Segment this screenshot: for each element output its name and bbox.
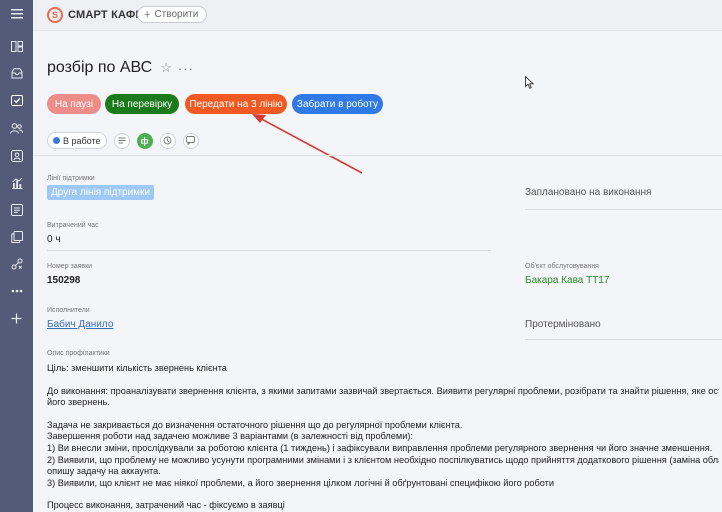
page-title: розбір по АВС bbox=[47, 59, 153, 76]
description-completion: Завершення роботи над задачею можливе 3 … bbox=[47, 431, 413, 442]
create-button[interactable]: + Створити bbox=[137, 6, 208, 23]
create-button-label: Створити bbox=[154, 9, 199, 20]
time-spent-label: Витрачений час bbox=[47, 222, 99, 229]
separator bbox=[525, 339, 722, 340]
description-not-closed: Задача не закривається до визначення ост… bbox=[47, 419, 463, 430]
title-row: розбір по АВС ☆ ··· bbox=[47, 59, 194, 77]
description-todo-cont: його звернень. bbox=[47, 397, 110, 408]
columns-icon[interactable] bbox=[0, 36, 33, 56]
star-icon[interactable]: ☆ bbox=[160, 60, 172, 76]
plus-icon: + bbox=[144, 8, 151, 21]
task-toolbar: В работе ф bbox=[47, 132, 199, 149]
sidebar bbox=[0, 0, 33, 512]
time-spent-value[interactable]: 0 ч bbox=[47, 234, 99, 245]
time-spent-field: Витрачений час 0 ч bbox=[47, 222, 99, 245]
review-button[interactable]: На перевірку bbox=[105, 94, 179, 114]
logo[interactable]: S СМАРТ КАФЕ bbox=[47, 7, 143, 23]
integrations-icon[interactable] bbox=[0, 254, 33, 274]
overdue-field[interactable]: Протерміновано bbox=[525, 319, 601, 330]
request-number-value: 150298 bbox=[47, 275, 81, 286]
annotation-arrow bbox=[252, 114, 363, 174]
description-todo: До виконання: проаналізувати звернення к… bbox=[47, 385, 719, 396]
assignee-link[interactable]: Бабич Данило bbox=[47, 319, 113, 330]
contact-icon[interactable] bbox=[0, 146, 33, 166]
service-object-label: Об'єкт обслуговування bbox=[525, 263, 599, 270]
checklist-icon[interactable] bbox=[113, 132, 130, 149]
service-object-link[interactable]: Бакара Кава ТТ17 bbox=[525, 275, 609, 286]
copy-icon[interactable] bbox=[0, 227, 33, 247]
status-dropdown[interactable]: В работе bbox=[47, 132, 107, 149]
timer-icon[interactable] bbox=[159, 132, 176, 149]
description-process: Процесс виконання, затрачений час - фікс… bbox=[47, 500, 285, 511]
assignees-field: Исполнители Бабич Данило bbox=[47, 307, 113, 330]
separator bbox=[525, 209, 722, 210]
status-label: В работе bbox=[63, 135, 101, 146]
description-option-1: 1) Ви внесли зміни, прослідкували за роб… bbox=[47, 442, 713, 453]
menu-icon[interactable] bbox=[0, 4, 33, 24]
description-option-2: 2) Виявили, що проблему не можливо усуну… bbox=[47, 454, 719, 465]
description-option-3: 3) Виявили, що клієнт не має ніякої проб… bbox=[47, 477, 555, 488]
request-number-label: Номер заявки bbox=[47, 263, 93, 270]
top-bar: S СМАРТ КАФЕ + Створити bbox=[33, 0, 722, 31]
support-line-tag[interactable]: Друга лінія підтримки bbox=[47, 185, 155, 200]
support-line-field: Лінії підтримки Друга лінія підтримки bbox=[47, 175, 155, 200]
status-dot-icon bbox=[53, 137, 60, 144]
description-label: Опис профілактики bbox=[47, 350, 110, 357]
finance-icon[interactable]: ф bbox=[136, 132, 153, 149]
more-options-icon[interactable]: ··· bbox=[178, 61, 194, 76]
comment-icon[interactable] bbox=[182, 132, 199, 149]
logo-mark: S bbox=[47, 7, 63, 23]
planned-label: Заплановано на виконання bbox=[525, 187, 652, 198]
description-option-2-cont: опишу задачу на аккаунта. bbox=[47, 466, 161, 477]
overdue-label: Протерміновано bbox=[525, 319, 601, 330]
description-goal: Ціль: зменшити кількість звернень клієнт… bbox=[47, 363, 227, 373]
planned-field[interactable]: Заплановано на виконання bbox=[525, 187, 651, 198]
people-icon[interactable] bbox=[0, 118, 33, 138]
document-icon[interactable] bbox=[0, 200, 33, 220]
request-number-field: Номер заявки 150298 bbox=[47, 263, 92, 286]
analytics-icon[interactable] bbox=[0, 173, 33, 193]
support-line-label: Лінії підтримки bbox=[47, 175, 95, 182]
assignees-label: Исполнители bbox=[47, 307, 90, 314]
service-object-field: Об'єкт обслуговування Бакара Кава ТТ17 bbox=[525, 263, 609, 286]
inbox-icon[interactable] bbox=[0, 63, 33, 83]
separator bbox=[47, 250, 491, 251]
description-text[interactable]: Ціль: зменшити кількість звернень клієнт… bbox=[47, 363, 719, 512]
task-icon[interactable] bbox=[0, 90, 33, 110]
mouse-cursor-icon bbox=[525, 75, 535, 94]
description-field-label: Опис профілактики bbox=[47, 350, 110, 357]
pause-button[interactable]: На паузі bbox=[47, 94, 101, 114]
divider bbox=[33, 155, 722, 156]
add-icon[interactable] bbox=[0, 308, 33, 328]
logo-text: СМАРТ КАФЕ bbox=[68, 9, 143, 21]
more-icon[interactable] bbox=[0, 281, 33, 301]
